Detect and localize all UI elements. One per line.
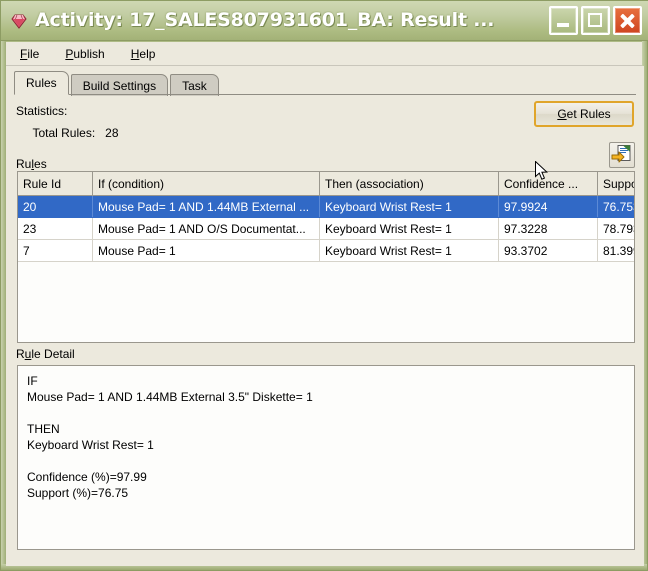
table-row[interactable]: 23 Mouse Pad= 1 AND O/S Documentat... Ke… — [18, 217, 634, 240]
tab-label: Rules — [26, 76, 57, 90]
cell-condition: Mouse Pad= 1 — [92, 239, 320, 262]
menu-item-publish[interactable]: Publish — [63, 46, 106, 62]
menu-label-rest: ublish — [73, 46, 105, 61]
cell-association: Keyboard Wrist Rest= 1 — [319, 239, 499, 262]
column-header-condition[interactable]: If (condition) — [92, 171, 320, 196]
total-rules-text: Total Rules: 28 — [26, 126, 119, 140]
column-header-rule-id[interactable]: Rule Id — [18, 171, 93, 196]
cell-condition: Mouse Pad= 1 AND O/S Documentat... — [92, 217, 320, 240]
get-rules-label: et Rules — [566, 107, 611, 121]
close-button[interactable] — [613, 6, 642, 35]
table-row[interactable]: 7 Mouse Pad= 1 Keyboard Wrist Rest= 1 93… — [18, 239, 634, 262]
get-rules-mnemonic: G — [557, 107, 567, 121]
minimize-icon — [557, 23, 569, 27]
export-rules-button[interactable] — [609, 142, 635, 168]
tab-rules[interactable]: Rules — [14, 71, 69, 95]
cell-rule-id: 20 — [18, 195, 93, 218]
tab-label: Task — [182, 78, 207, 93]
title-bar[interactable]: Activity: 17_SALES807931601_BA: Result .… — [1, 1, 648, 41]
menu-item-help[interactable]: Help — [129, 46, 158, 62]
client-area: Rules Build Settings Task Statistics: To… — [6, 66, 644, 566]
table-header-row: Rule Id If (condition) Then (association… — [18, 171, 634, 196]
export-document-arrow-icon — [611, 145, 631, 163]
rules-section-label: Rules — [16, 157, 47, 171]
get-rules-button[interactable]: Get Rules — [534, 101, 634, 127]
maximize-button[interactable] — [581, 6, 610, 35]
gem-icon — [9, 11, 29, 31]
cell-condition: Mouse Pad= 1 AND 1.44MB External ... — [92, 195, 320, 218]
tab-strip: Rules Build Settings Task — [14, 71, 221, 96]
close-icon — [615, 8, 640, 33]
cell-rule-id: 7 — [18, 239, 93, 262]
rule-detail-label: Rule Detail — [16, 347, 75, 361]
window-controls — [549, 6, 645, 35]
column-header-association[interactable]: Then (association) — [319, 171, 499, 196]
menu-item-file[interactable]: File — [18, 46, 41, 62]
cell-association: Keyboard Wrist Rest= 1 — [319, 217, 499, 240]
cell-association: Keyboard Wrist Rest= 1 — [319, 195, 499, 218]
column-header-support[interactable]: Support (%) — [597, 171, 634, 196]
menu-label-rest: elp — [139, 46, 156, 61]
cell-support: 76.7531 — [597, 195, 634, 218]
rules-table: Rule Id If (condition) Then (association… — [18, 171, 634, 262]
statistics-heading: Statistics: — [16, 104, 68, 118]
rules-table-container[interactable]: Rule Id If (condition) Then (association… — [17, 171, 635, 343]
cell-confidence: 93.3702 — [498, 239, 598, 262]
maximize-icon — [588, 13, 602, 27]
tab-strip-underline — [14, 94, 636, 95]
menu-label-rest: ile — [27, 46, 40, 61]
window-title: Activity: 17_SALES807931601_BA: Result .… — [35, 11, 495, 30]
rule-detail-text[interactable]: IF Mouse Pad= 1 AND 1.44MB External 3.5"… — [17, 365, 635, 550]
cell-confidence: 97.3228 — [498, 217, 598, 240]
column-header-confidence[interactable]: Confidence ... — [498, 171, 598, 196]
minimize-button[interactable] — [549, 6, 578, 35]
cell-confidence: 97.9924 — [498, 195, 598, 218]
cell-support: 81.3996 — [597, 239, 634, 262]
tab-build-settings[interactable]: Build Settings — [70, 74, 169, 96]
table-row[interactable]: 20 Mouse Pad= 1 AND 1.44MB External ... … — [18, 195, 634, 218]
menu-bar: File Publish Help — [6, 42, 644, 66]
application-window: Activity: 17_SALES807931601_BA: Result .… — [0, 0, 648, 571]
cell-rule-id: 23 — [18, 217, 93, 240]
cell-support: 78.7930 — [597, 217, 634, 240]
tab-label: Build Settings — [82, 78, 157, 93]
tab-task[interactable]: Task — [170, 74, 219, 96]
